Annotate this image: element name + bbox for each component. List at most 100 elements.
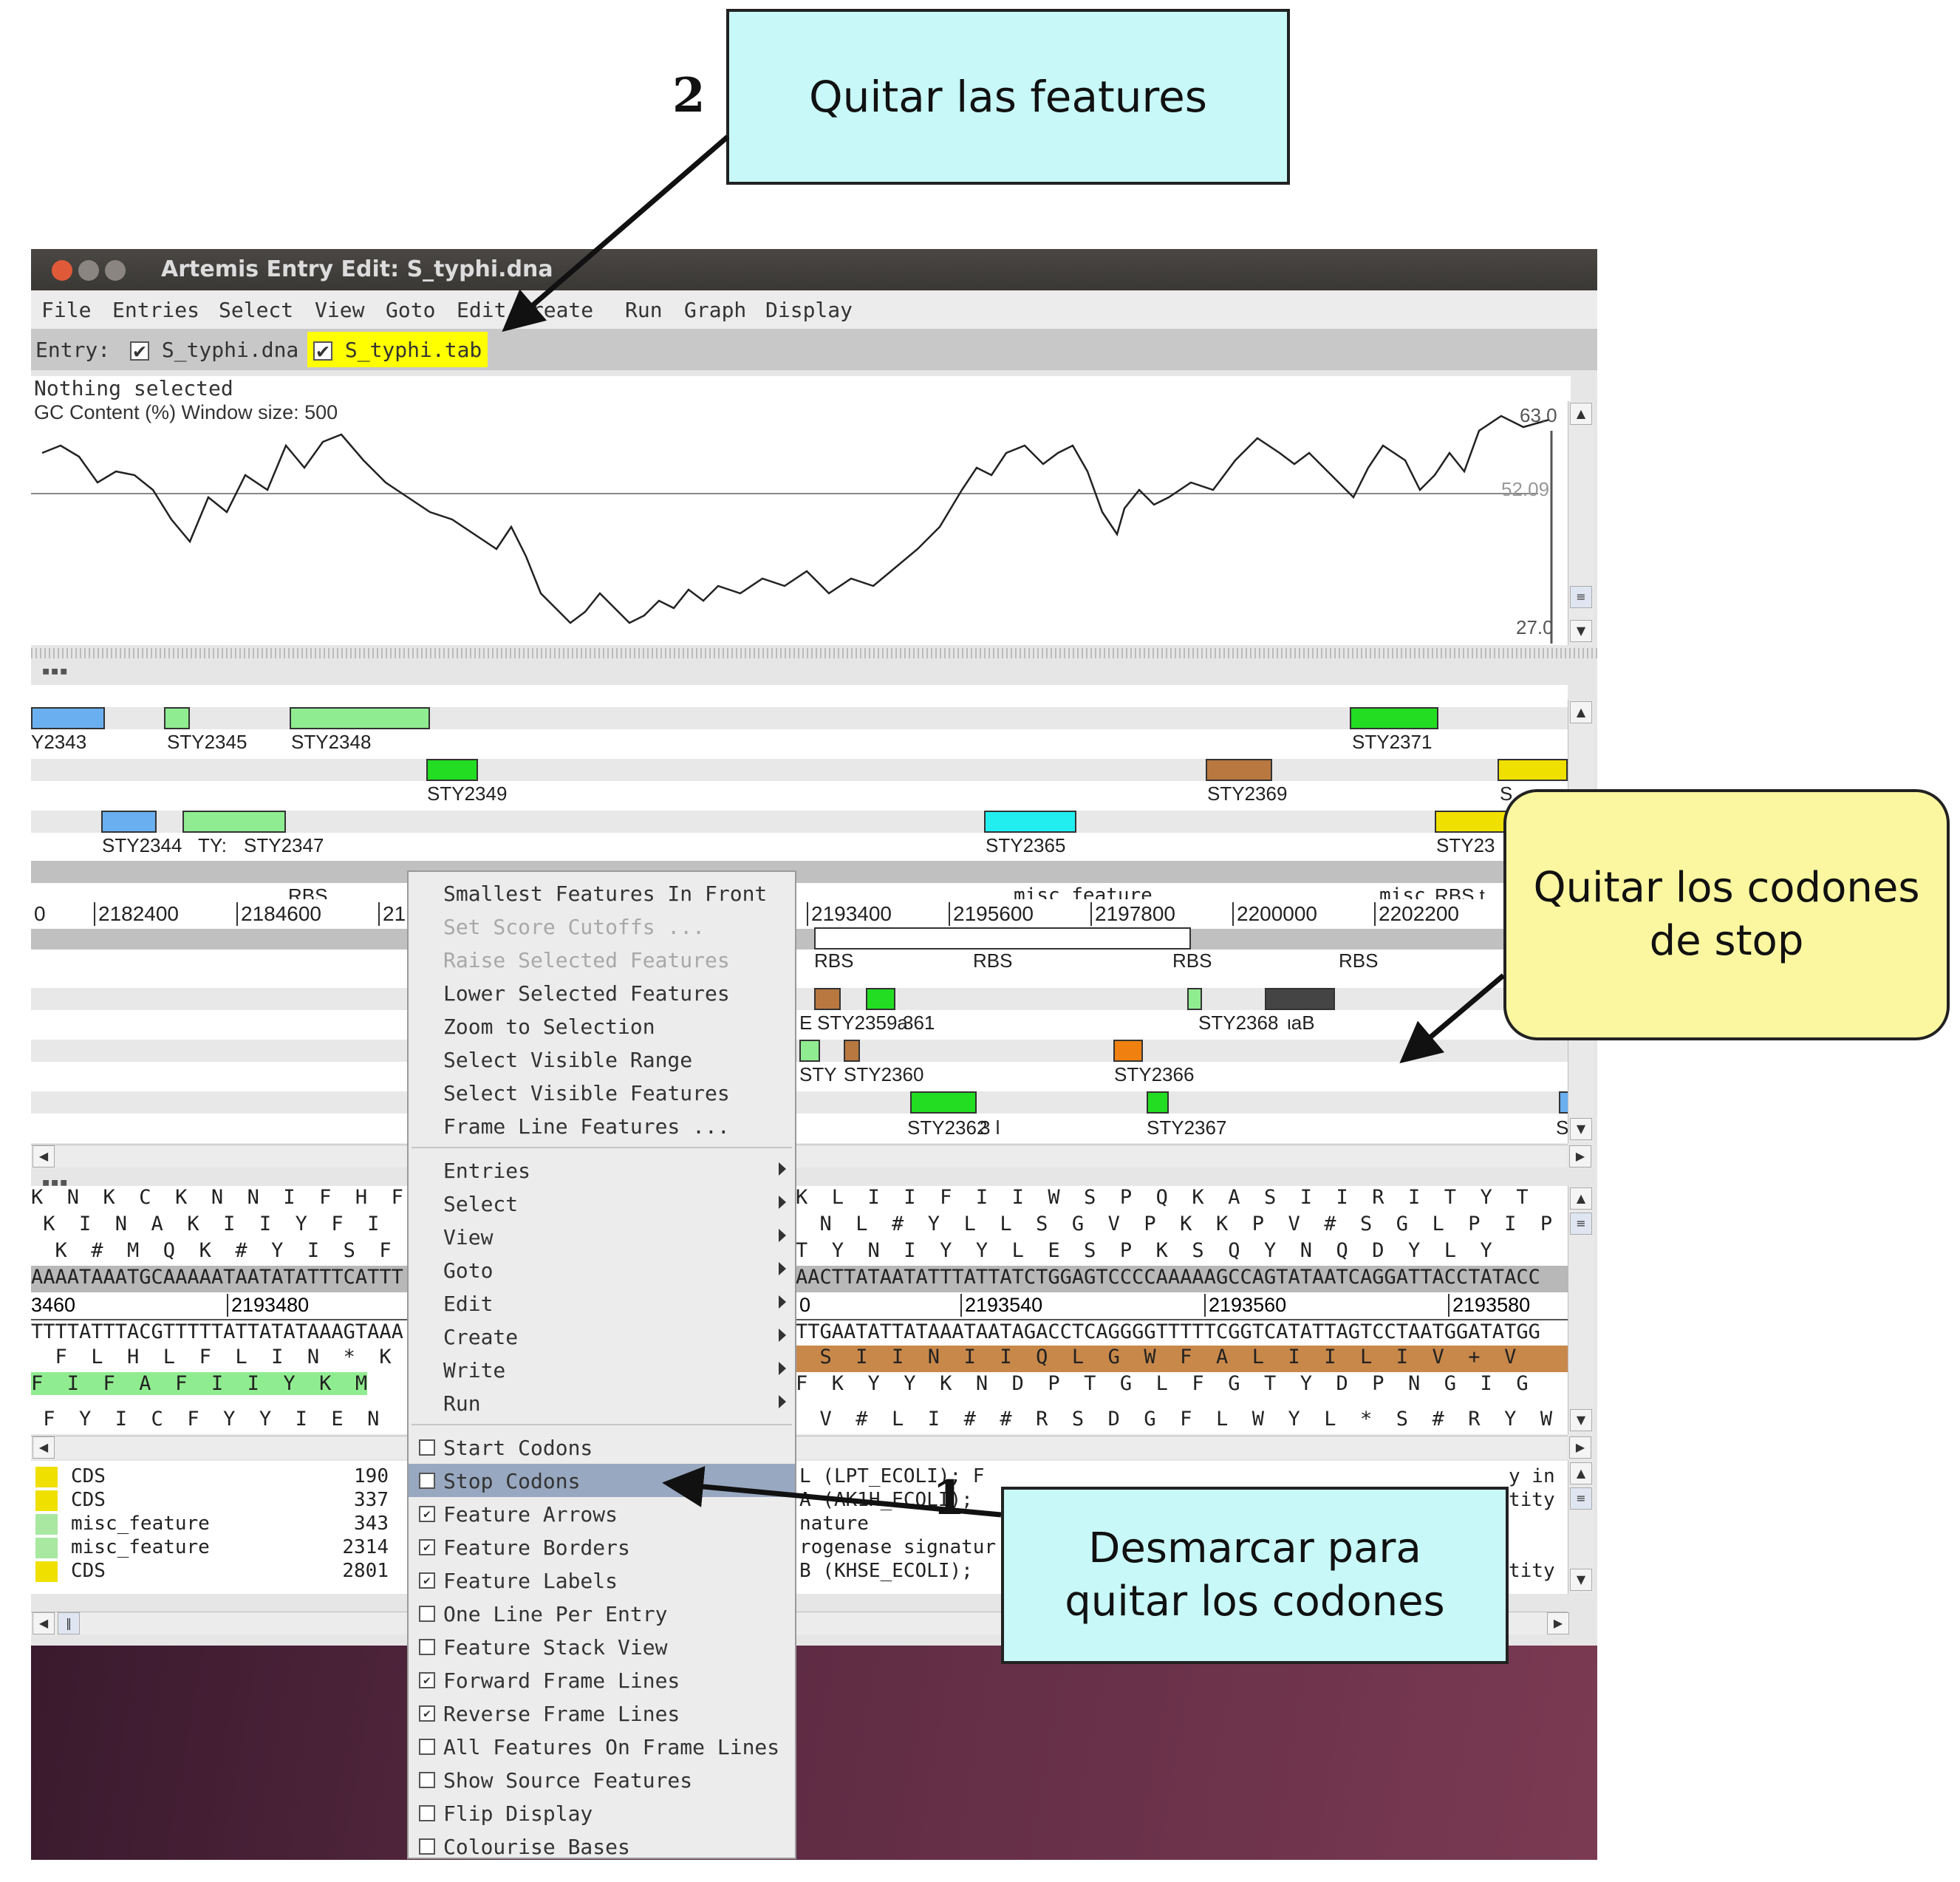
list-item[interactable]: CDS28013: [35, 1560, 433, 1583]
seq-scroll-up-icon[interactable]: ▲: [1570, 1187, 1592, 1210]
menu-entries[interactable]: Entries: [112, 298, 199, 322]
graph-scroll-thumb[interactable]: ≡: [1570, 586, 1592, 608]
feature-sty2345[interactable]: [164, 707, 190, 729]
menu-item-run[interactable]: Run: [409, 1386, 795, 1419]
list-item[interactable]: misc_feature23142: [35, 1536, 433, 1560]
menu-item-write[interactable]: Write: [409, 1353, 795, 1386]
list-scroll-up-icon[interactable]: ▲: [1570, 1462, 1592, 1484]
feature-yellow-cds[interactable]: [1498, 759, 1568, 781]
menu-item-feature-stack-view[interactable]: Feature Stack View: [409, 1630, 795, 1663]
menu-view[interactable]: View: [315, 298, 364, 322]
feature-sty2367[interactable]: [1147, 1091, 1169, 1114]
menu-item-smallest-features-in-front[interactable]: Smallest Features In Front: [409, 876, 795, 910]
checkbox-feature-stack-view[interactable]: [419, 1639, 435, 1655]
menu-file[interactable]: File: [41, 298, 91, 322]
menu-item-view[interactable]: View: [409, 1220, 795, 1253]
graph-scroll-down-icon[interactable]: ▼: [1570, 620, 1592, 642]
menu-item-feature-arrows[interactable]: ✔ Feature Arrows: [409, 1497, 795, 1530]
menu-item-feature-borders[interactable]: ✔ Feature Borders: [409, 1530, 795, 1564]
list-scroll-thumb[interactable]: ≡: [1570, 1487, 1592, 1510]
feature-scroll-right-icon[interactable]: ▶: [1569, 1145, 1591, 1167]
seq-scroll-left-icon[interactable]: ◀: [33, 1436, 55, 1459]
maximize-window-button[interactable]: [105, 260, 126, 281]
list-item[interactable]: CDS 190: [35, 1465, 389, 1489]
feature-sty2359a[interactable]: [866, 988, 895, 1010]
checkbox-feature-labels[interactable]: ✔: [419, 1572, 435, 1589]
feature-hscrollbar[interactable]: ◀ ▶: [31, 1145, 1591, 1167]
feature-sty2371[interactable]: [1350, 707, 1438, 729]
feature-sty23xx[interactable]: [1435, 811, 1509, 833]
seq-scroll-right-icon[interactable]: ▶: [1569, 1436, 1591, 1459]
feature-sty2369[interactable]: [1206, 759, 1272, 781]
feature-sty2347[interactable]: [182, 811, 286, 833]
feature-misc-outline[interactable]: [814, 927, 1191, 949]
list-item[interactable]: misc_feature 343: [35, 1513, 389, 1536]
menu-item-goto[interactable]: Goto: [409, 1253, 795, 1286]
entry-checkbox-dna[interactable]: ✔: [130, 341, 149, 361]
minimize-window-button[interactable]: [78, 260, 99, 281]
list-scroll-thumb-h[interactable]: ‖: [58, 1612, 80, 1634]
menu-create[interactable]: Create: [519, 298, 593, 322]
feature-sty2362[interactable]: [910, 1091, 977, 1114]
seq-scroll-thumb[interactable]: ≡: [1570, 1213, 1592, 1235]
menu-item-start-codons[interactable]: Start Codons: [409, 1431, 795, 1464]
menu-item-one-line-per-entry[interactable]: One Line Per Entry: [409, 1597, 795, 1630]
menu-item-select-visible-range[interactable]: Select Visible Range: [409, 1043, 795, 1076]
menu-item-edit[interactable]: Edit: [409, 1286, 795, 1320]
checkbox-reverse-frame-lines[interactable]: ✔: [419, 1705, 435, 1722]
menu-item-select[interactable]: Select: [409, 1187, 795, 1220]
entry-checkbox-tab[interactable]: ✔: [313, 341, 332, 361]
entry-toggle-tab[interactable]: ✔ S_typhi.tab: [307, 332, 488, 367]
menu-item-zoom-to-selection[interactable]: Zoom to Selection: [409, 1009, 795, 1043]
menu-item-reverse-frame-lines[interactable]: ✔ Reverse Frame Lines: [409, 1697, 795, 1730]
menu-graph[interactable]: Graph: [684, 298, 746, 322]
checkbox-start-codons[interactable]: [419, 1439, 435, 1456]
menu-item-lower-selected-features[interactable]: Lower Selected Features: [409, 976, 795, 1009]
sequence-hscrollbar[interactable]: ◀ ▶: [31, 1436, 1591, 1459]
checkbox-stop-codons[interactable]: [419, 1473, 435, 1489]
menu-display[interactable]: Display: [765, 298, 853, 322]
feature-sty2349[interactable]: [426, 759, 478, 781]
close-window-button[interactable]: [52, 260, 72, 281]
checkbox-feature-arrows[interactable]: ✔: [419, 1506, 435, 1522]
checkbox-colourise-bases[interactable]: [419, 1838, 435, 1855]
checkbox-feature-borders[interactable]: ✔: [419, 1539, 435, 1555]
graph-scrollbar[interactable]: ▲ ≡ ▼: [1568, 401, 1594, 645]
checkbox-one-line-per-entry[interactable]: [419, 1606, 435, 1622]
menu-item-stop-codons[interactable]: Stop Codons: [409, 1464, 795, 1497]
menu-item-select-visible-features[interactable]: Select Visible Features: [409, 1076, 795, 1109]
menu-item-create[interactable]: Create: [409, 1320, 795, 1353]
feature-dark[interactable]: [1265, 988, 1335, 1010]
menu-item-show-source-features[interactable]: Show Source Features: [409, 1763, 795, 1796]
collapse-handle-icon[interactable]: ▪▪▪: [41, 661, 68, 679]
menu-edit[interactable]: Edit: [457, 298, 506, 322]
list-item[interactable]: CDS3372: [35, 1489, 433, 1513]
list-scrollbar[interactable]: ▲ ≡ ▼: [1568, 1461, 1594, 1594]
feature-sty2344[interactable]: [101, 811, 157, 833]
menu-item-frame-line-features[interactable]: Frame Line Features ...: [409, 1109, 795, 1142]
checkbox-flip-display[interactable]: [419, 1805, 435, 1821]
menu-run[interactable]: Run: [625, 298, 663, 322]
feature-sty2365[interactable]: [984, 811, 1076, 833]
feature-scroll-up-icon[interactable]: ▲: [1570, 701, 1592, 723]
menu-item-feature-labels[interactable]: ✔ Feature Labels: [409, 1564, 795, 1597]
menu-goto[interactable]: Goto: [386, 298, 435, 322]
checkbox-all-features-on-frame-lines[interactable]: [419, 1739, 435, 1755]
list-scroll-left-icon[interactable]: ◀: [33, 1612, 55, 1634]
feature-sty2360[interactable]: [844, 1040, 860, 1062]
list-scroll-down-icon[interactable]: ▼: [1570, 1569, 1592, 1591]
sequence-scrollbar[interactable]: ▲ ≡ ▼: [1568, 1186, 1594, 1434]
feature-sty2343[interactable]: [31, 707, 105, 729]
feature-sty2348[interactable]: [290, 707, 430, 729]
checkbox-forward-frame-lines[interactable]: ✔: [419, 1672, 435, 1688]
menu-select[interactable]: Select: [219, 298, 293, 322]
checkbox-show-source-features[interactable]: [419, 1772, 435, 1788]
menu-item-flip-display[interactable]: Flip Display: [409, 1796, 795, 1830]
feature-green-edge[interactable]: [799, 1040, 820, 1062]
feature-scroll-down-icon[interactable]: ▼: [1570, 1118, 1592, 1140]
splitter-1[interactable]: [31, 648, 1597, 658]
feature-brown-small[interactable]: [814, 988, 841, 1010]
menu-item-colourise-bases[interactable]: Colourise Bases: [409, 1830, 795, 1863]
entry-toggle-dna[interactable]: ✔ S_typhi.dna: [130, 338, 298, 362]
feature-sty2366[interactable]: [1113, 1040, 1143, 1062]
